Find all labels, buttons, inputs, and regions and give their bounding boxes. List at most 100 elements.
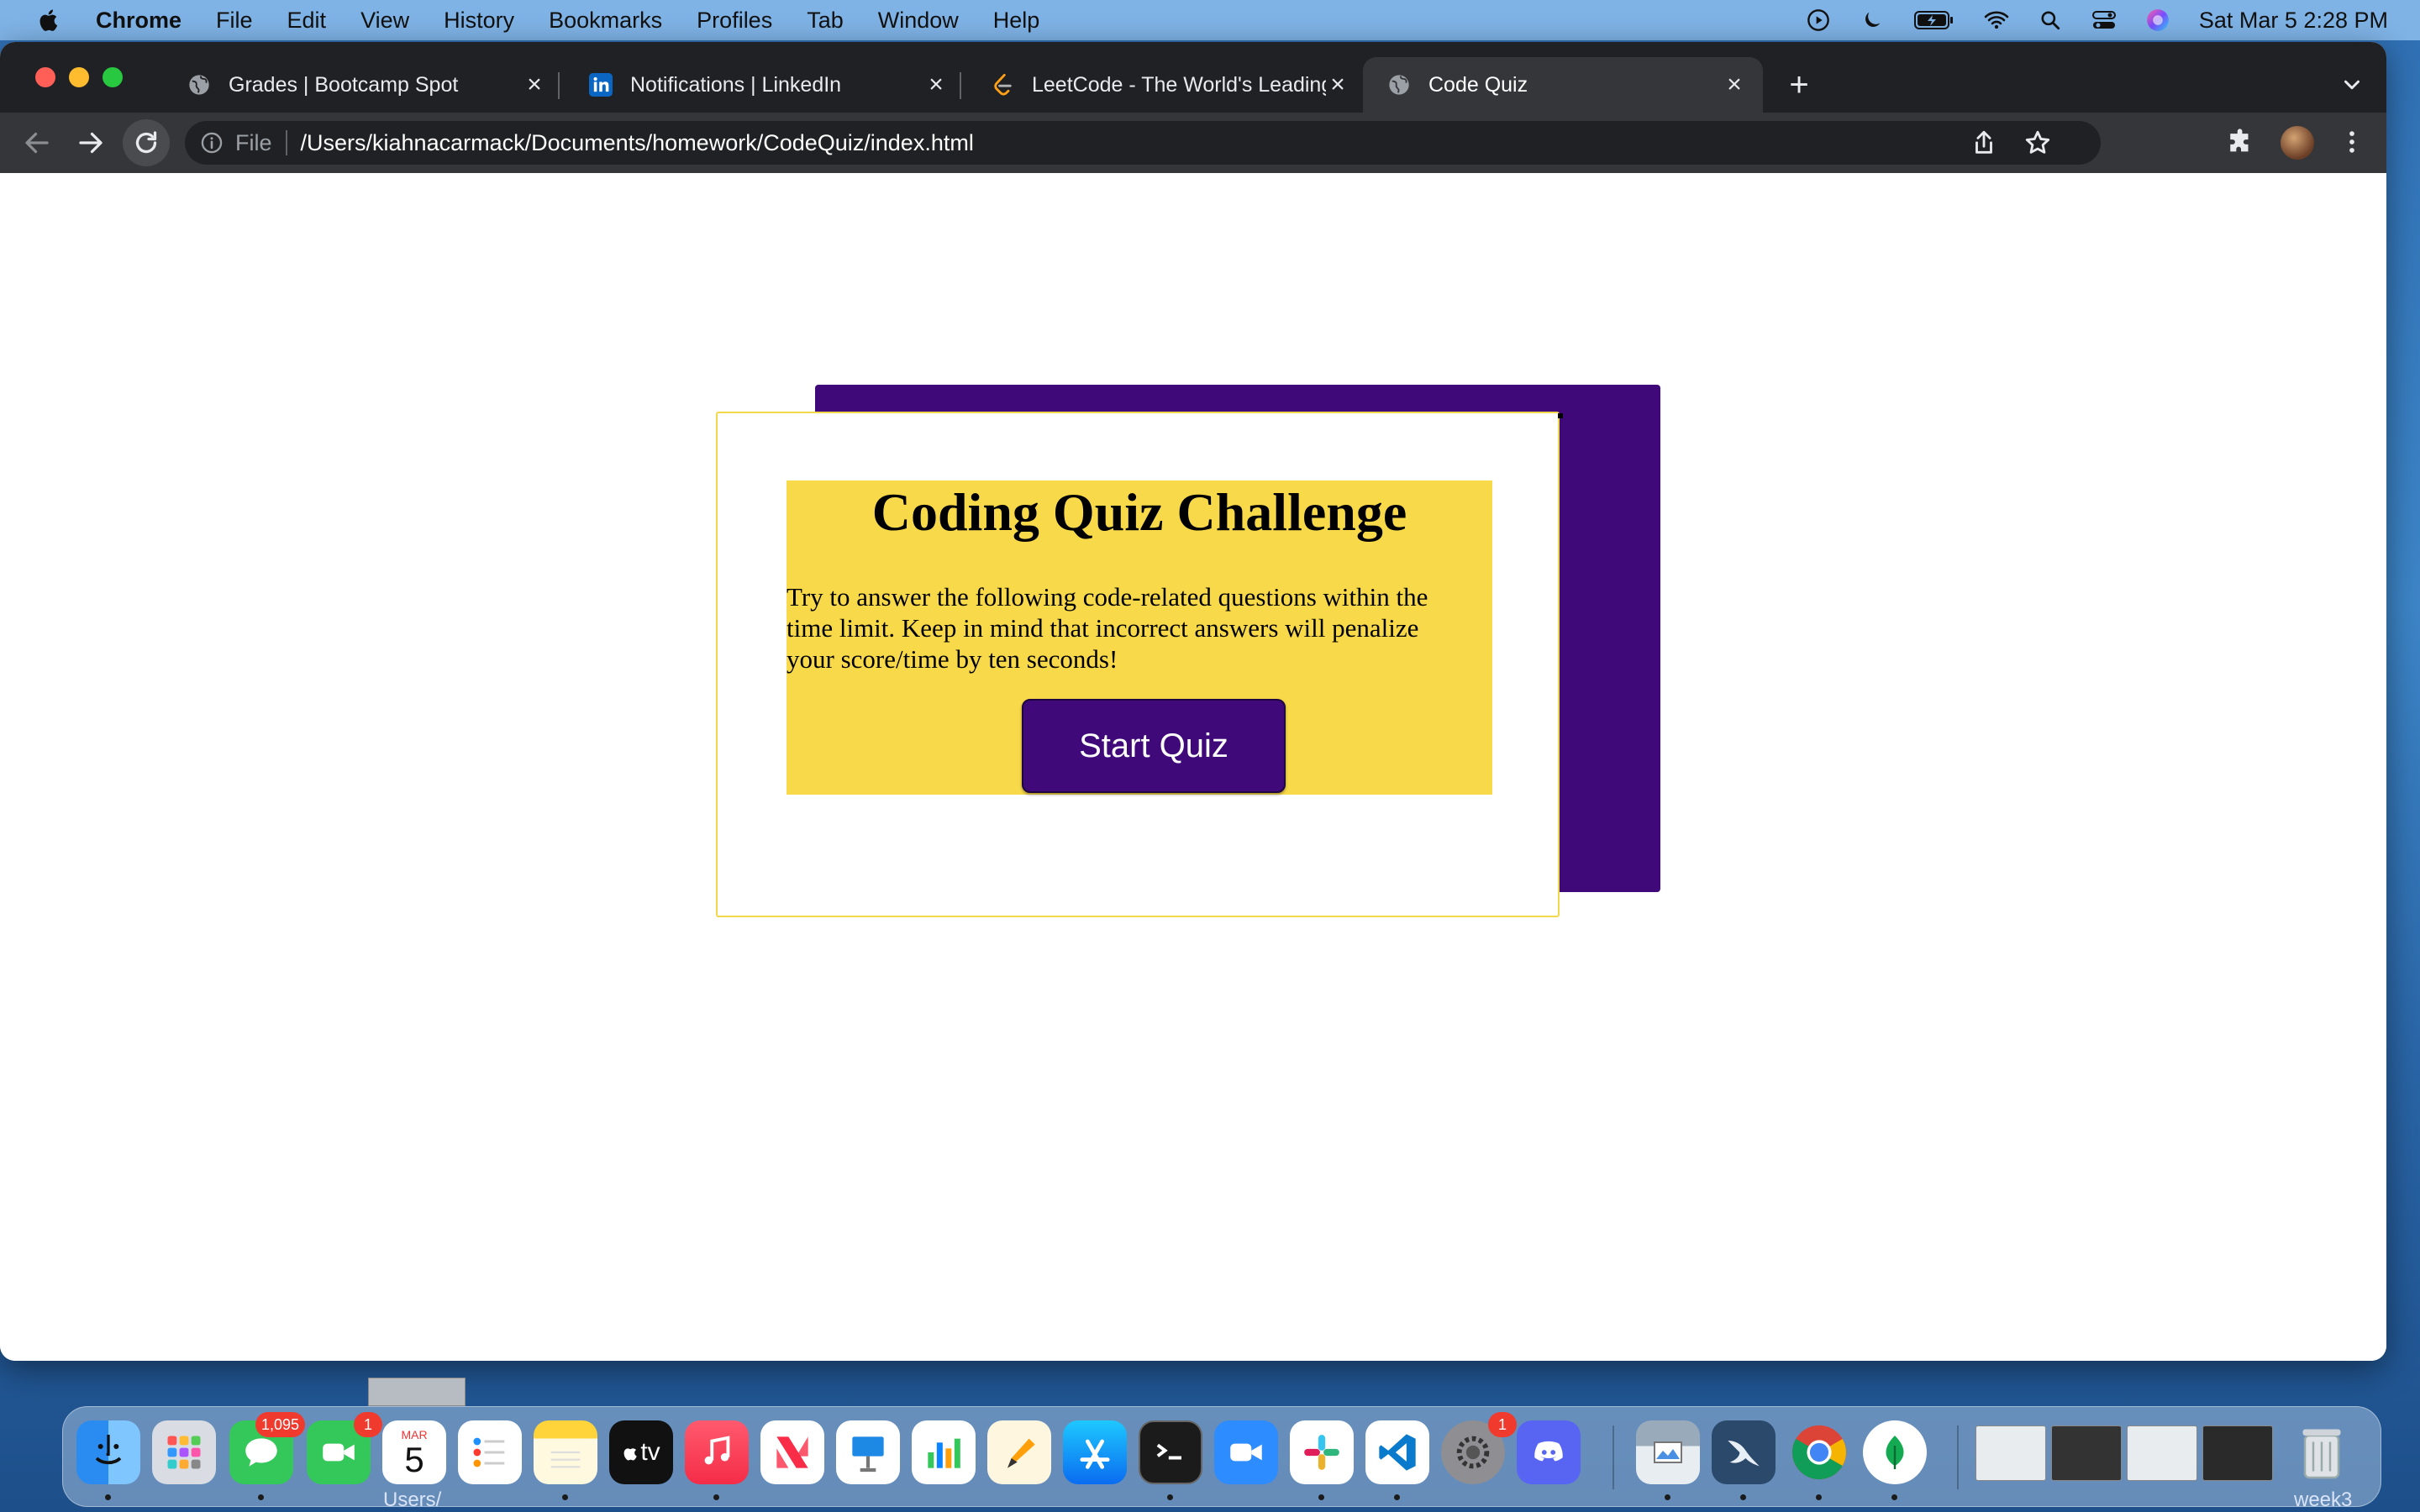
- quiz-title: Coding Quiz Challenge: [871, 482, 1407, 542]
- url-text[interactable]: /Users/kiahnacarmack/Documents/homework/…: [301, 130, 974, 156]
- forward-arrow-icon[interactable]: [76, 128, 106, 158]
- numbers-icon[interactable]: [912, 1420, 976, 1484]
- reminders-icon[interactable]: [458, 1420, 522, 1484]
- leetcode-icon: [990, 72, 1015, 97]
- system-preferences-gear-icon[interactable]: 1: [1441, 1412, 1517, 1484]
- tab-close-icon[interactable]: ×: [1723, 72, 1746, 97]
- tab-grades-bootcamp-spot[interactable]: Grades | Bootcamp Spot ×: [163, 57, 563, 113]
- messages-badge: 1,095: [255, 1412, 305, 1437]
- tab-close-icon[interactable]: ×: [523, 72, 546, 97]
- app-store-icon[interactable]: [1063, 1420, 1127, 1484]
- tab-search-chevron-down-icon[interactable]: [2339, 72, 2365, 97]
- running-indicator: [1665, 1494, 1670, 1500]
- keynote-icon[interactable]: [836, 1420, 900, 1484]
- launchpad-icon[interactable]: [152, 1420, 216, 1484]
- page-viewport: Coding Quiz Challenge Try to answer the …: [0, 173, 2386, 1361]
- mysql-workbench-icon[interactable]: [1712, 1420, 1776, 1484]
- back-arrow-icon[interactable]: [22, 128, 52, 158]
- zoom-icon[interactable]: [1214, 1420, 1278, 1484]
- finder-icon[interactable]: [76, 1420, 140, 1484]
- address-bar[interactable]: File /Users/kiahnacarmack/Documents/home…: [185, 121, 2101, 165]
- apple-tv-icon[interactable]: tv: [609, 1420, 673, 1484]
- discord-icon[interactable]: [1517, 1420, 1581, 1484]
- reload-icon: [135, 131, 157, 154]
- play-icon[interactable]: [1806, 8, 1831, 33]
- menu-clock[interactable]: Sat Mar 5 2:28 PM: [2199, 8, 2388, 34]
- dock: 1,095 1 MAR 5 tv 1: [62, 1406, 2381, 1507]
- menu-tab[interactable]: Tab: [807, 8, 844, 34]
- url-divider: [285, 130, 287, 155]
- globe-icon: [1386, 72, 1412, 97]
- wifi-icon[interactable]: [1984, 8, 2009, 33]
- menu-profiles[interactable]: Profiles: [697, 8, 772, 34]
- minimized-window-thumbnail[interactable]: [2202, 1425, 2273, 1481]
- dock-separator: [1612, 1425, 1614, 1489]
- running-indicator: [1816, 1494, 1822, 1500]
- settings-badge: 1: [1488, 1412, 1517, 1437]
- chrome-icon[interactable]: [1787, 1420, 1851, 1484]
- tab-code-quiz[interactable]: Code Quiz ×: [1363, 57, 1763, 113]
- quiz-intro-panel: Coding Quiz Challenge Try to answer the …: [786, 480, 1492, 795]
- start-quiz-button[interactable]: Start Quiz: [1022, 699, 1286, 793]
- menu-bookmarks[interactable]: Bookmarks: [549, 8, 662, 34]
- profile-avatar[interactable]: [2281, 126, 2314, 160]
- tab-notifications-linkedin[interactable]: Notifications | LinkedIn ×: [565, 57, 965, 113]
- trash-icon[interactable]: [2290, 1420, 2354, 1484]
- browser-toolbar: File /Users/kiahnacarmack/Documents/home…: [0, 113, 2386, 173]
- running-indicator: [258, 1494, 264, 1500]
- mongodb-compass-leaf-icon[interactable]: [1863, 1420, 1927, 1484]
- menu-app-name[interactable]: Chrome: [96, 8, 182, 34]
- corner-mark: [1558, 413, 1563, 418]
- menu-view[interactable]: View: [360, 8, 409, 34]
- minimize-window-button[interactable]: [69, 67, 89, 87]
- facetime-icon[interactable]: 1: [307, 1412, 382, 1484]
- browser-window: Grades | Bootcamp Spot × Notifications |…: [0, 42, 2386, 1361]
- tab-divider: [558, 72, 560, 99]
- battery-icon[interactable]: [1913, 8, 1955, 33]
- linkedin-icon: [588, 72, 613, 97]
- extensions-puzzle-icon[interactable]: [2227, 128, 2255, 156]
- bookmark-star-icon[interactable]: [2023, 129, 2052, 157]
- slack-icon[interactable]: [1290, 1420, 1354, 1484]
- pages-icon[interactable]: [987, 1420, 1051, 1484]
- tab-strip: Grades | Bootcamp Spot × Notifications |…: [0, 42, 2386, 113]
- calendar-icon[interactable]: MAR 5: [382, 1420, 446, 1484]
- running-indicator: [105, 1494, 111, 1500]
- reload-button[interactable]: [123, 119, 170, 166]
- preview-icon[interactable]: [1636, 1420, 1700, 1484]
- menu-bar: Chrome File Edit View History Bookmarks …: [0, 0, 2420, 40]
- music-icon[interactable]: [685, 1420, 749, 1484]
- vscode-icon[interactable]: [1365, 1420, 1429, 1484]
- menu-history[interactable]: History: [444, 8, 514, 34]
- moon-icon[interactable]: [1860, 8, 1885, 33]
- siri-icon[interactable]: [2145, 8, 2170, 33]
- control-center-icon[interactable]: [2091, 8, 2117, 33]
- messages-icon[interactable]: 1,095: [229, 1412, 305, 1484]
- minimized-window-thumbnail[interactable]: [1975, 1425, 2046, 1481]
- quiz-card: Coding Quiz Challenge Try to answer the …: [716, 412, 1563, 917]
- minimized-window-thumbnail[interactable]: [2051, 1425, 2122, 1481]
- menu-window[interactable]: Window: [878, 8, 959, 34]
- spotlight-search-icon[interactable]: [2038, 8, 2063, 33]
- desktop-file-thumbnail[interactable]: [368, 1378, 466, 1406]
- running-indicator: [562, 1494, 568, 1500]
- minimized-window-thumbnail[interactable]: [2127, 1425, 2197, 1481]
- terminal-icon[interactable]: [1139, 1420, 1202, 1484]
- tab-close-icon[interactable]: ×: [924, 72, 948, 97]
- tab-title: Grades | Bootcamp Spot: [229, 72, 459, 97]
- more-options-kebab-icon[interactable]: [2338, 128, 2366, 156]
- menu-file[interactable]: File: [216, 8, 253, 34]
- tab-close-icon[interactable]: ×: [1326, 72, 1349, 97]
- globe-icon: [187, 72, 212, 97]
- zoom-window-button[interactable]: [103, 67, 123, 87]
- close-window-button[interactable]: [35, 67, 55, 87]
- menu-edit[interactable]: Edit: [287, 8, 327, 34]
- share-icon[interactable]: [1970, 129, 1998, 157]
- news-icon[interactable]: [760, 1420, 824, 1484]
- notes-icon[interactable]: [534, 1420, 597, 1484]
- info-icon[interactable]: [200, 131, 224, 155]
- menu-help[interactable]: Help: [993, 8, 1040, 34]
- apple-icon[interactable]: [37, 8, 62, 33]
- tab-leetcode[interactable]: LeetCode - The World's Leading ×: [966, 57, 1366, 113]
- new-tab-plus-icon[interactable]: +: [1785, 68, 1813, 102]
